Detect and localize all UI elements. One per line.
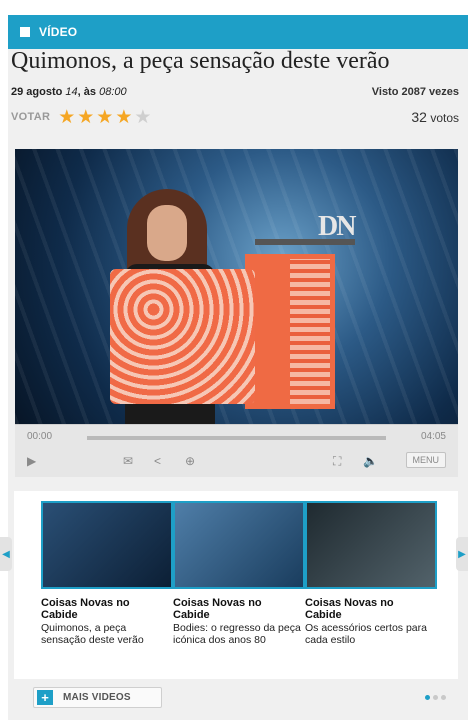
card-title[interactable]: Coisas Novas no Cabide xyxy=(305,597,437,621)
volume-icon[interactable]: 🔈 xyxy=(363,453,378,469)
total-time: 04:05 xyxy=(420,431,446,442)
card-description[interactable]: Bodies: o regresso da peça icónica dos a… xyxy=(173,622,305,646)
card-title[interactable]: Coisas Novas no Cabide xyxy=(41,597,173,621)
video-card[interactable]: Coisas Novas no Cabide Quimonos, a peça … xyxy=(41,501,173,646)
video-player[interactable]: DN 00:00 04:05 ▶ ✉ < ⊕ ⛶ 🔈 MENU xyxy=(15,149,458,477)
plus-icon: + xyxy=(37,690,53,705)
share-icon[interactable]: < xyxy=(154,453,161,469)
chevron-left-icon[interactable]: ◀ xyxy=(0,537,12,571)
card-description[interactable]: Os acessórios certos para cada estilo xyxy=(305,622,437,646)
star-icon[interactable]: ★ xyxy=(58,108,75,127)
rating-row: VOTAR ★ ★ ★ ★ ★ 32 votos xyxy=(11,106,459,128)
play-icon[interactable]: ▶ xyxy=(27,453,36,469)
pagination-dot[interactable] xyxy=(433,695,438,700)
chevron-right-icon[interactable]: ▶ xyxy=(456,537,468,571)
more-videos-label: MAIS VIDEOS xyxy=(63,692,131,703)
current-time: 00:00 xyxy=(27,431,53,442)
section-header: VÍDEO xyxy=(8,15,468,49)
star-icon[interactable]: ★ xyxy=(77,108,94,127)
star-icon[interactable]: ★ xyxy=(96,108,113,127)
menu-button[interactable]: MENU xyxy=(405,452,446,468)
section-square-icon xyxy=(20,27,30,37)
more-videos-button[interactable]: + MAIS VIDEOS xyxy=(33,687,162,708)
card-title[interactable]: Coisas Novas no Cabide xyxy=(173,597,305,621)
video-thumbnail[interactable] xyxy=(305,501,437,589)
vote-label: VOTAR xyxy=(11,111,51,123)
video-card[interactable]: Coisas Novas no Cabide Os acessórios cer… xyxy=(305,501,437,646)
fullscreen-icon[interactable]: ⛶ xyxy=(333,453,341,469)
related-videos-carousel: Coisas Novas no Cabide Quimonos, a peça … xyxy=(14,491,458,679)
view-count: Visto 2087 vezes xyxy=(371,86,459,98)
pagination-dot[interactable] xyxy=(441,695,446,700)
player-controls: 00:00 04:05 ▶ ✉ < ⊕ ⛶ 🔈 MENU xyxy=(15,424,458,477)
card-description[interactable]: Quimonos, a peça sensação deste verão xyxy=(41,622,173,646)
video-thumbnail[interactable] xyxy=(41,501,173,589)
video-thumbnail[interactable] xyxy=(173,501,305,589)
star-icon[interactable]: ★ xyxy=(115,108,132,127)
dn-logo: DN xyxy=(318,211,356,242)
embed-icon[interactable]: ⊕ xyxy=(185,453,195,469)
video-frame[interactable]: DN xyxy=(15,149,458,424)
progress-bar[interactable] xyxy=(87,436,386,440)
email-icon[interactable]: ✉ xyxy=(123,453,133,469)
kimono-garment xyxy=(110,269,255,404)
section-title: VÍDEO xyxy=(39,25,78,39)
vote-count: 32 votos xyxy=(411,109,459,125)
publish-date: 29 agosto 14, às 08:00 xyxy=(11,86,127,98)
pagination-dot[interactable] xyxy=(425,695,430,700)
pagination-dots xyxy=(425,695,449,700)
meta-row: 29 agosto 14, às 08:00 Visto 2087 vezes xyxy=(11,86,459,98)
video-card[interactable]: Coisas Novas no Cabide Bodies: o regress… xyxy=(173,501,305,646)
star-icon[interactable]: ★ xyxy=(134,108,151,127)
video-title: Quimonos, a peça sensação deste verão xyxy=(11,48,390,74)
